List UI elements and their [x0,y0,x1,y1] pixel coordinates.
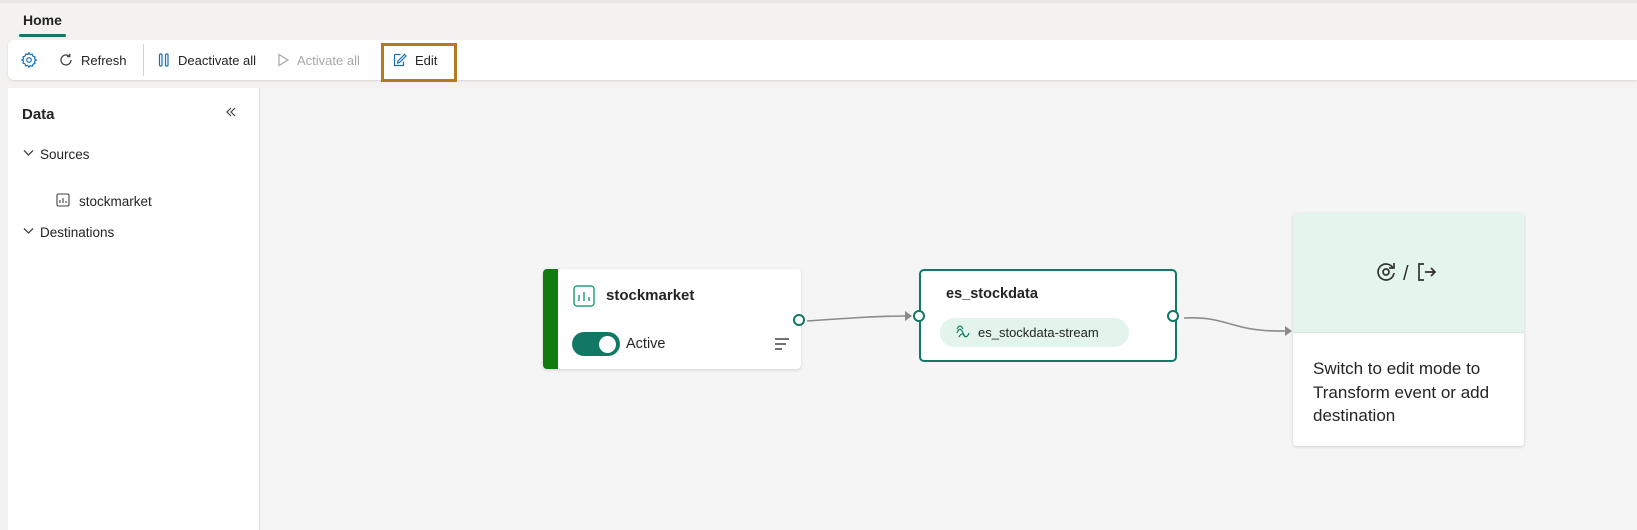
source-active-toggle[interactable] [572,332,620,356]
source-node-accent [543,269,558,369]
stream-node[interactable]: es_stockdata es_stockdata-stream [919,269,1177,362]
edge-arrow-head [1285,326,1292,336]
destination-icons: / [1374,260,1438,289]
exit-icon [1414,260,1438,289]
stream-pill-label: es_stockdata-stream [978,325,1099,340]
edge-arrow-head [905,311,912,321]
edge-source-to-stream [806,315,906,322]
toggle-knob [599,336,616,353]
stream-pill[interactable]: es_stockdata-stream [940,318,1129,347]
edge-stream-to-destination [1183,317,1286,332]
icon-separator: / [1403,263,1409,285]
source-status-label: Active [626,336,666,352]
chart-icon [572,284,596,313]
source-node[interactable]: stockmarket Active [543,269,801,369]
transform-icon [1374,260,1398,289]
details-menu-icon[interactable] [774,337,790,356]
source-output-port[interactable] [793,314,805,326]
source-node-name: stockmarket [606,287,695,304]
destination-icon-area: / [1293,213,1524,333]
stream-input-port[interactable] [913,310,925,322]
destination-hint-text: Switch to edit mode to Transform event o… [1313,359,1490,425]
stream-output-port[interactable] [1167,310,1179,322]
stream-node-name: es_stockdata [946,286,1038,302]
stream-icon [955,323,971,342]
destination-placeholder-node[interactable]: / Switch to edit mode to Transform event… [1293,213,1524,446]
